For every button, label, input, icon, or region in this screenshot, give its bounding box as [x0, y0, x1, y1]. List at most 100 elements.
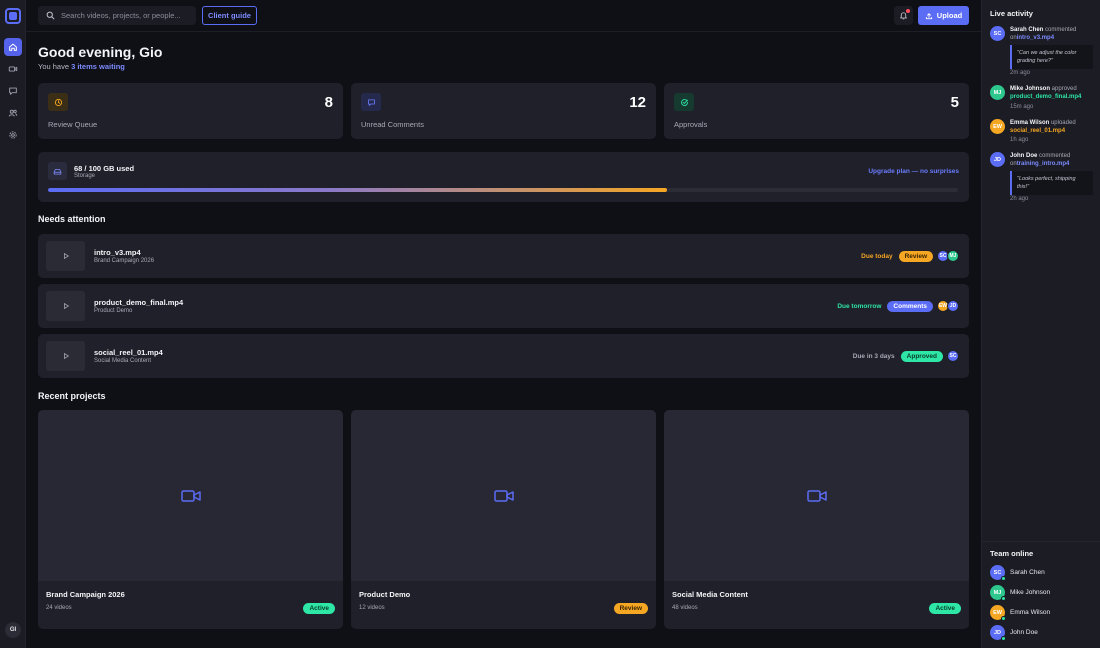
- file-name: social_reel_01.mp4: [94, 348, 163, 357]
- video-icon: [8, 66, 17, 72]
- greeting-subtitle: You have 3 items waiting: [38, 62, 125, 71]
- avatar: SC: [990, 565, 1006, 581]
- video-thumbnail[interactable]: [46, 341, 85, 371]
- sidebar-item-home[interactable]: [3, 38, 22, 56]
- activity-file-link[interactable]: social_reel_01.mp4: [1010, 128, 1065, 134]
- storage-progress-bar: [48, 188, 958, 192]
- video-camera-icon: [806, 489, 827, 502]
- project-card[interactable]: Brand Campaign 2026 24 videos Active: [38, 410, 343, 629]
- stat-value: 8: [324, 94, 333, 111]
- project-card[interactable]: Product Demo 12 videos Review: [351, 410, 656, 629]
- storage-progress-fill: [48, 188, 667, 192]
- project-card[interactable]: Social Media Content 48 videos Active: [664, 410, 969, 629]
- stat-card-unread-comments[interactable]: Unread Comments 12: [351, 83, 656, 139]
- search-box[interactable]: [38, 6, 196, 25]
- sidebar-item-team[interactable]: [4, 104, 22, 122]
- project-name: Brand Campaign 2026: [46, 590, 125, 599]
- avatar: JD: [990, 152, 1005, 167]
- team-online-title: Team online: [990, 549, 1034, 558]
- recent-projects-title: Recent projects: [38, 391, 106, 401]
- team-member-name: Mike Johnson: [1010, 589, 1051, 596]
- video-thumbnail[interactable]: [46, 291, 85, 321]
- team-member[interactable]: MJ Mike Johnson: [990, 585, 1051, 601]
- main-content: Good evening, Gio You have 3 items waiti…: [26, 32, 981, 648]
- project-video-count: 12 videos: [359, 605, 385, 611]
- activity-time: 15m ago: [1010, 104, 1034, 110]
- activity-text: John Doe commented ontraining_intro.mp4: [1010, 153, 1071, 167]
- attention-row[interactable]: social_reel_01.mp4 Social Media Content …: [38, 334, 969, 378]
- due-label: Due today: [861, 252, 893, 260]
- users-icon: [8, 109, 17, 117]
- avatar: JD: [990, 625, 1006, 641]
- status-badge: Review: [898, 250, 933, 262]
- assignee-avatars: SC MJ: [937, 250, 959, 262]
- avatar: EW: [990, 119, 1005, 134]
- panel-divider: [982, 541, 1100, 542]
- upload-button[interactable]: Upload: [918, 6, 969, 25]
- project-video-count: 24 videos: [46, 605, 72, 611]
- topbar: Client guide Upload: [26, 0, 981, 32]
- team-member[interactable]: JD John Doe: [990, 625, 1038, 641]
- storage-icon: [48, 162, 67, 180]
- play-icon: [63, 352, 69, 360]
- client-guide-button[interactable]: Client guide: [202, 6, 257, 25]
- file-name: intro_v3.mp4: [94, 248, 141, 257]
- attention-row[interactable]: intro_v3.mp4 Brand Campaign 2026 Due tod…: [38, 234, 969, 278]
- notification-dot: [906, 9, 910, 13]
- project-thumbnail: [38, 410, 343, 581]
- video-thumbnail[interactable]: [46, 241, 85, 271]
- team-member[interactable]: EW Emma Wilson: [990, 605, 1051, 621]
- due-label: Due in 3 days: [852, 352, 895, 360]
- stat-card-approvals[interactable]: Approvals 5: [664, 83, 969, 139]
- team-member-name: John Doe: [1010, 629, 1038, 636]
- status-badge: Active: [929, 603, 961, 614]
- sidebar-item-videos[interactable]: [4, 60, 22, 78]
- home-icon: [8, 43, 17, 51]
- activity-panel: Live activity SC Sarah Chen commented on…: [981, 0, 1100, 648]
- sidebar-item-comments[interactable]: [4, 82, 22, 100]
- project-thumbnail: [351, 410, 656, 581]
- avatar: MJ: [990, 585, 1006, 601]
- gear-icon: [8, 131, 17, 139]
- avatar: MJ: [947, 250, 959, 262]
- search-input[interactable]: [61, 11, 196, 20]
- due-label: Due tomorrow: [837, 302, 882, 310]
- assignee-avatars: EW JD: [937, 300, 959, 312]
- stat-card-review-queue[interactable]: Review Queue 8: [38, 83, 343, 139]
- project-name: Social Media Content: [672, 590, 748, 599]
- project-name: Social Media Content: [94, 358, 152, 364]
- play-icon: [63, 252, 69, 260]
- items-waiting-link[interactable]: 3 items waiting: [71, 62, 125, 71]
- project-video-count: 48 videos: [672, 605, 698, 611]
- project-thumbnail: [664, 410, 969, 581]
- avatar: EW: [990, 605, 1006, 621]
- activity-file-link[interactable]: training_intro.mp4: [1017, 161, 1070, 167]
- upgrade-plan-link[interactable]: Upgrade plan — no surprises: [868, 168, 959, 175]
- check-circle-icon: [674, 93, 694, 111]
- stat-label: Review Queue: [48, 120, 98, 129]
- team-member-name: Emma Wilson: [1010, 609, 1051, 616]
- status-badge: Approved: [900, 350, 943, 362]
- status-badge: Active: [303, 603, 335, 614]
- user-avatar[interactable]: GI: [5, 622, 21, 638]
- activity-quote: "Looks perfect, shipping this!": [1010, 171, 1093, 195]
- project-name: Brand Campaign 2026: [94, 258, 155, 264]
- storage-label: Storage: [74, 173, 96, 179]
- stat-label: Unread Comments: [361, 120, 424, 129]
- avatar: SC: [990, 26, 1005, 41]
- activity-file-link[interactable]: intro_v3.mp4: [1017, 35, 1054, 41]
- app-logo[interactable]: [4, 8, 21, 24]
- avatar: SC: [947, 350, 959, 362]
- sidebar-item-settings[interactable]: [4, 126, 22, 144]
- notifications-button[interactable]: [894, 6, 913, 25]
- online-indicator: [1001, 596, 1006, 601]
- activity-file-link[interactable]: product_demo_final.mp4: [1010, 94, 1081, 100]
- assignee-avatars: SC: [947, 350, 959, 362]
- upload-label: Upload: [936, 11, 963, 20]
- team-member[interactable]: SC Sarah Chen: [990, 565, 1045, 581]
- attention-row[interactable]: product_demo_final.mp4 Product Demo Due …: [38, 284, 969, 328]
- activity-time: 2m ago: [1010, 70, 1031, 76]
- search-icon: [46, 11, 55, 20]
- storage-used: 68 / 100 GB used: [74, 164, 135, 173]
- stat-value: 12: [629, 94, 646, 111]
